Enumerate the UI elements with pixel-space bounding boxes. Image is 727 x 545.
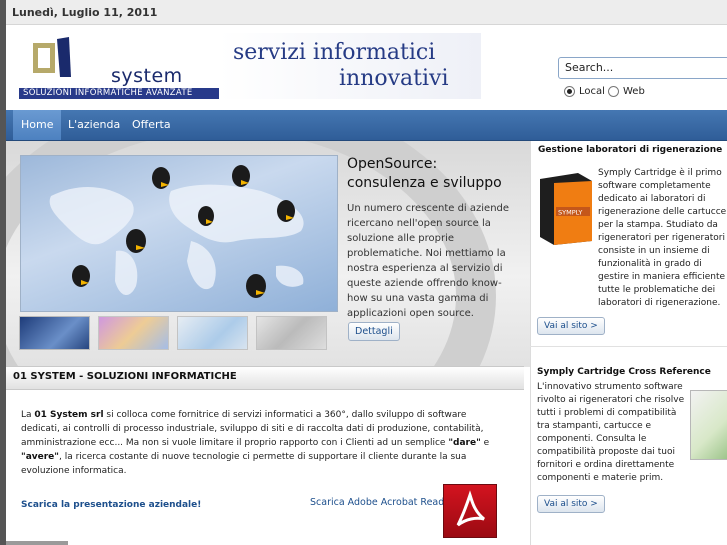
radio-label-web: Web — [623, 86, 645, 97]
sidebar-box2-title: Symply Cartridge Cross Reference — [537, 367, 711, 377]
download-presentation-link[interactable]: Scarica la presentazione aziendale! — [21, 500, 201, 510]
site-header: system SOLUZIONI INFORMATICHE AVANZATE s… — [6, 25, 727, 110]
slogan-line-1: servizi informatici — [233, 40, 436, 65]
search-input[interactable]: Search... — [558, 57, 727, 79]
feature-description: Un numero crescente di aziende ricercano… — [347, 203, 510, 319]
nav-item-azienda[interactable]: L'azienda — [60, 110, 128, 140]
slogan-line-2: innovativi — [339, 66, 449, 91]
feature-title-line-2: consulenza e sviluppo — [347, 175, 502, 191]
details-button[interactable]: Dettagli — [348, 322, 400, 341]
about-text-4: , la ricerca costante di nuove tecnologi… — [21, 452, 467, 476]
product-box-label: SYMPLY — [558, 209, 582, 217]
bottom-scroll-indicator — [6, 541, 68, 545]
world-map-image — [20, 155, 338, 312]
nav-item-home[interactable]: Home — [13, 110, 62, 140]
company-name: 01 System srl — [34, 410, 104, 420]
slide-thumbnail-1[interactable] — [19, 316, 90, 350]
feature-title-line-1: OpenSource: — [347, 156, 438, 172]
acrobat-swirl-icon — [456, 490, 485, 527]
software-box-icon: SYMPLY — [540, 173, 592, 245]
feature-title: OpenSource: consulenza e sviluppo — [347, 155, 527, 193]
slide-thumbnail-3[interactable] — [177, 316, 248, 350]
sidebar-box1-text: Symply Cartridge è il primo software com… — [598, 168, 727, 308]
nav-item-offerta[interactable]: Offerta — [124, 110, 179, 140]
slide-thumbnail-4[interactable] — [256, 316, 327, 350]
world-map-penguins-icon — [49, 165, 304, 298]
symply-product-box-image: SYMPLY — [538, 171, 594, 245]
main-navigation: Home L'azienda Offerta — [6, 110, 727, 141]
radio-selected-icon — [564, 86, 575, 97]
search-scope-local-radio[interactable]: Local — [564, 86, 605, 97]
avere-word: "avere" — [21, 452, 59, 462]
section-title: 01 SYSTEM - SOLUZIONI INFORMATICHE — [13, 371, 237, 382]
sidebar-box2-text: L'innovativo strumento software rivolto … — [537, 382, 685, 483]
site-logo[interactable]: system SOLUZIONI INFORMATICHE AVANZATE s… — [19, 33, 481, 99]
current-date: Lunedì, Luglio 11, 2011 — [12, 6, 158, 19]
sidebar-box1-title: Gestione laboratori di rigenerazione — [538, 145, 723, 155]
logo-wordmark: system — [111, 65, 183, 87]
dare-word: "dare" — [448, 438, 481, 448]
radio-label-local: Local — [579, 86, 605, 97]
sidebar-divider — [530, 346, 727, 347]
about-text-1: La — [21, 410, 35, 420]
feature-slideshow: OpenSource: consulenza e sviluppo Un num… — [6, 141, 530, 367]
acrobat-reader-icon[interactable] — [443, 484, 497, 538]
slide-thumbnail-2[interactable] — [98, 316, 169, 350]
radio-unselected-icon — [608, 86, 619, 97]
logo-01-mark-icon — [33, 37, 71, 77]
visit-site-button-2[interactable]: Vai al sito > — [537, 495, 605, 513]
search-scope-web-radio[interactable]: Web — [608, 86, 645, 97]
about-text-3: e — [480, 438, 490, 448]
logo-tagline: SOLUZIONI INFORMATICHE AVANZATE — [23, 88, 193, 98]
about-paragraph: La 01 System srl si colloca come fornitr… — [21, 408, 507, 478]
cross-reference-product-image — [690, 390, 727, 460]
download-acrobat-link[interactable]: Scarica Adobe Acrobat Reader — [310, 497, 454, 508]
visit-site-button-1[interactable]: Vai al sito > — [537, 317, 605, 335]
